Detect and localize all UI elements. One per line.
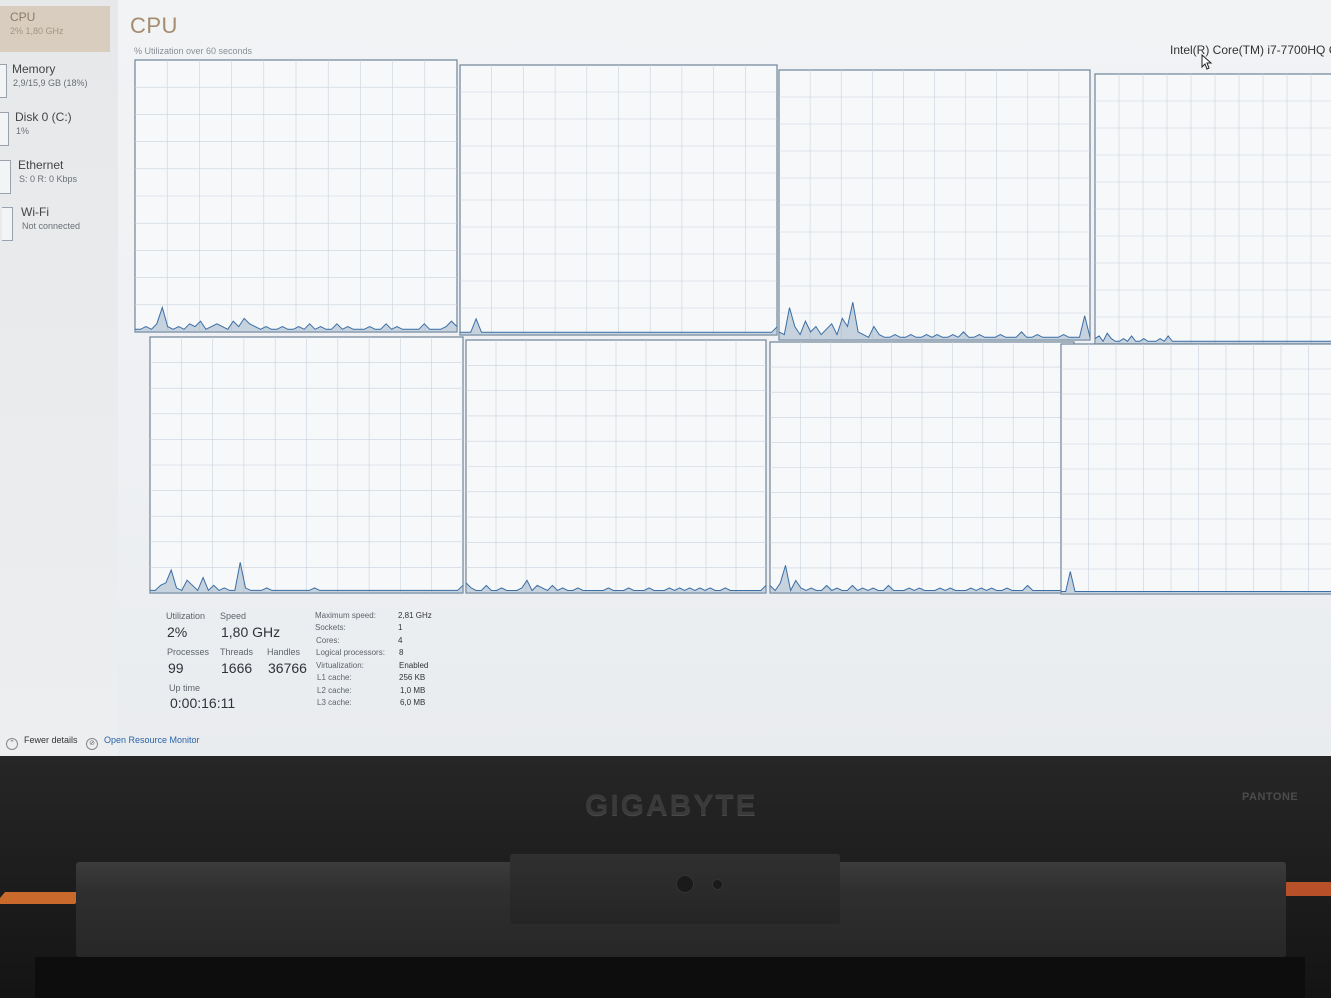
- spec-key: Maximum speed:: [315, 611, 376, 620]
- spec-key: L1 cache:: [317, 673, 352, 682]
- uptime-label: Up time: [169, 683, 201, 693]
- uptime-value: 0:00:16:11: [170, 695, 236, 711]
- spec-value: Enabled: [399, 661, 429, 670]
- handles-label: Handles: [267, 647, 301, 657]
- cpu-core-graphs: [134, 59, 1331, 595]
- threads-value: 1666: [221, 660, 253, 676]
- webcam-icon: [676, 875, 694, 893]
- webcam-light-icon: [712, 879, 723, 890]
- handles-value: 36766: [268, 660, 307, 676]
- open-resource-monitor-link[interactable]: ⊘ Open Resource Monitor: [86, 735, 200, 750]
- open-resource-monitor-label: Open Resource Monitor: [104, 735, 200, 745]
- speed-label: Speed: [220, 611, 247, 621]
- core-graph-3: [1094, 73, 1331, 345]
- core-graph-0: [134, 59, 458, 333]
- brand-logo: GIGABYTE: [585, 789, 758, 822]
- laptop-base: [35, 957, 1305, 998]
- core-graph-7: [1060, 343, 1331, 595]
- orange-accent: [0, 892, 86, 904]
- spec-value: 8: [399, 648, 404, 657]
- spec-key: L3 cache:: [317, 698, 352, 707]
- processes-value: 99: [168, 660, 184, 676]
- spec-value: 2,81 GHz: [398, 611, 432, 620]
- spec-key: Sockets:: [315, 623, 346, 632]
- core-graph-6: [769, 341, 1075, 594]
- threads-label: Threads: [220, 647, 254, 657]
- resource-monitor-icon: ⊘: [86, 738, 98, 750]
- spec-value: 4: [398, 636, 403, 645]
- spec-key: Cores:: [316, 636, 340, 645]
- spec-value: 1: [398, 623, 403, 632]
- hinge-center: [510, 854, 840, 924]
- core-graph-1: [459, 64, 778, 336]
- spec-key: Logical processors:: [316, 648, 385, 657]
- spec-key: L2 cache:: [317, 686, 352, 695]
- spec-value: 256 KB: [399, 673, 426, 682]
- spec-key: Virtualization:: [316, 661, 364, 670]
- fewer-details-link[interactable]: ⌃ Fewer details: [6, 735, 78, 750]
- processes-label: Processes: [167, 647, 210, 657]
- spec-value: 6,0 MB: [400, 698, 426, 707]
- utilization-label: Utilization: [166, 611, 206, 621]
- utilization-value: 2%: [167, 624, 188, 640]
- core-graph-4: [149, 336, 464, 594]
- speed-value: 1,80 GHz: [221, 624, 281, 640]
- fewer-details-label: Fewer details: [24, 735, 78, 745]
- core-graph-2: [778, 69, 1091, 341]
- task-manager-screen: CPU 2% 1,80 GHz Memory 2,9/15,9 GB (18%)…: [0, 0, 1331, 756]
- pantone-badge: PANTONE: [1242, 791, 1299, 803]
- chevron-up-icon: ⌃: [6, 738, 18, 750]
- core-graph-5: [465, 339, 767, 594]
- spec-value: 1,0 MB: [400, 686, 426, 695]
